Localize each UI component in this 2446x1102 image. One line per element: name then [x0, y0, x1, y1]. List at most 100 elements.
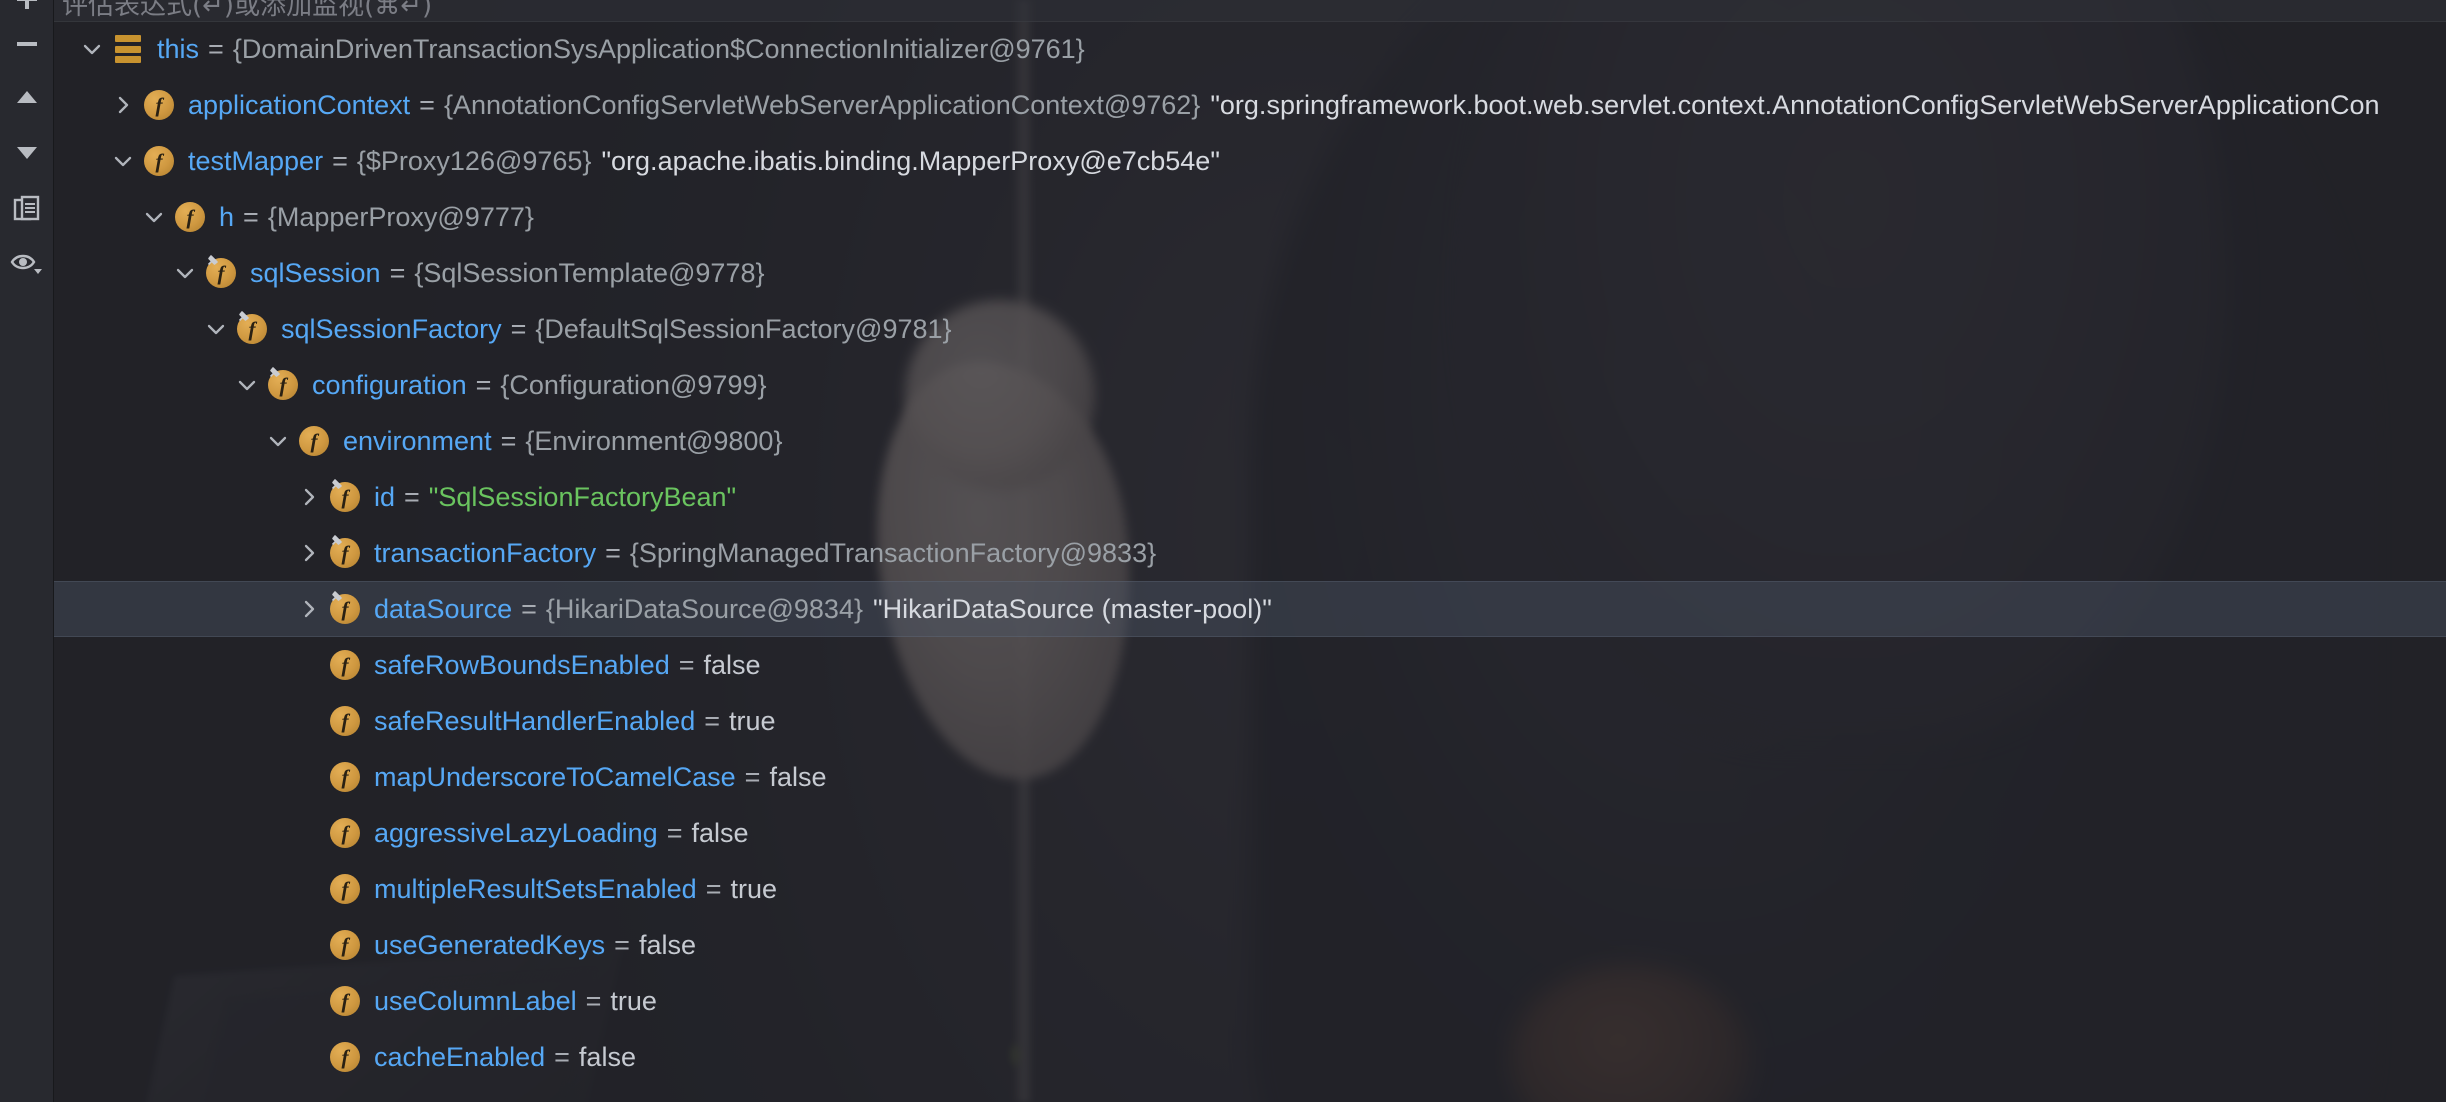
variable-tostring: "org.apache.ibatis.binding.MapperProxy@e… — [601, 146, 1220, 176]
variable-value: {DomainDrivenTransactionSysApplication$C… — [232, 34, 1085, 64]
tree-row[interactable]: f useColumnLabel = true — [53, 973, 2446, 1029]
variable-name: transactionFactory — [374, 538, 597, 568]
field-icon: f — [140, 142, 178, 180]
variable-value: {SqlSessionTemplate@9778} — [414, 258, 765, 288]
variable-name: useColumnLabel — [374, 986, 577, 1016]
variable-value: {$Proxy126@9765} — [356, 146, 592, 176]
tree-row[interactable]: this = {DomainDrivenTransactionSysApplicat… — [53, 21, 2446, 77]
variable-value: "SqlSessionFactoryBean" — [428, 482, 737, 512]
variable-tostring: "HikariDataSource (master-pool)" — [872, 594, 1272, 624]
equals-sign: = — [744, 762, 761, 792]
tree-row[interactable]: f testMapper = {$Proxy126@9765} "org.apache.… — [53, 133, 2446, 189]
equals-sign: = — [419, 90, 435, 120]
tree-row[interactable]: f cacheEnabled = false — [53, 1029, 2446, 1085]
tree-row[interactable]: f environment = {Environment@9800} — [53, 413, 2446, 469]
tree-row[interactable]: f aggressiveLazyLoading = false — [53, 805, 2446, 861]
final-field-icon: f — [326, 590, 364, 628]
final-field-icon: f — [326, 534, 364, 572]
field-icon: f — [326, 1038, 364, 1076]
tree-row[interactable]: f transactionFactory = {SpringManagedTransa… — [53, 525, 2446, 581]
variable-name: this — [157, 34, 200, 64]
equals-sign: = — [704, 706, 720, 736]
tree-row[interactable]: f dataSource = {HikariDataSource@9834} "Hika… — [53, 581, 2446, 637]
arrow-up-icon — [13, 83, 41, 111]
tree-row[interactable]: f applicationContext = {AnnotationConfigSer… — [53, 77, 2446, 133]
variable-name: safeRowBoundsEnabled — [374, 650, 670, 680]
chevron-right-icon[interactable] — [292, 486, 326, 508]
tree-row[interactable]: f configuration = {Configuration@9799} — [53, 357, 2446, 413]
variables-toolbar — [0, 0, 54, 1102]
watch-expression-hint[interactable]: 评估表达式(↵)或添加监视(⌘↵) — [53, 0, 2446, 22]
chevron-right-icon[interactable] — [292, 542, 326, 564]
plus-icon — [13, 0, 41, 13]
tree-row[interactable]: f sqlSessionFactory = {DefaultSqlSessionFac… — [53, 301, 2446, 357]
chevron-down-icon[interactable] — [75, 38, 109, 60]
equals-sign: = — [389, 258, 406, 288]
variable-value: false — [703, 650, 761, 680]
equals-sign: = — [605, 538, 621, 568]
equals-sign: = — [666, 818, 683, 848]
chevron-down-icon[interactable] — [137, 206, 171, 228]
equals-sign: = — [554, 1042, 570, 1072]
field-icon: f — [140, 86, 178, 124]
equals-sign: = — [500, 426, 517, 456]
move-down-button[interactable] — [0, 126, 53, 179]
tree-row[interactable]: f mapUnderscoreToCamelCase = false — [53, 749, 2446, 805]
variable-value: false — [638, 930, 696, 960]
variable-value: false — [769, 762, 827, 792]
remove-watch-button[interactable] — [0, 17, 53, 70]
tree-row[interactable]: f sqlSession = {SqlSessionTemplate@9778} — [53, 245, 2446, 301]
eye-dropdown-icon — [10, 249, 44, 277]
final-field-icon: f — [264, 366, 302, 404]
chevron-down-icon[interactable] — [199, 318, 233, 340]
chevron-right-icon[interactable] — [106, 94, 140, 116]
final-field-icon: f — [233, 310, 271, 348]
variable-value: {DefaultSqlSessionFactory@9781} — [535, 314, 952, 344]
chevron-right-icon[interactable] — [292, 598, 326, 620]
variable-value: {AnnotationConfigServletWebServerApplica… — [443, 90, 1201, 120]
chevron-down-icon[interactable] — [106, 150, 140, 172]
variable-name: id — [374, 482, 396, 512]
chevron-down-icon[interactable] — [168, 262, 202, 284]
tree-row[interactable]: f safeRowBoundsEnabled = false — [53, 637, 2446, 693]
debugger-variables-panel: 评估表达式(↵)或添加监视(⌘↵) this = {DomainDrivenTran… — [0, 0, 2446, 1102]
equals-sign: = — [678, 650, 695, 680]
chevron-down-icon[interactable] — [261, 430, 295, 452]
object-icon — [109, 30, 147, 68]
variable-name: mapUnderscoreToCamelCase — [374, 762, 736, 792]
tree-row[interactable]: f safeResultHandlerEnabled = true — [53, 693, 2446, 749]
chevron-down-icon[interactable] — [230, 374, 264, 396]
field-icon: f — [326, 814, 364, 852]
variable-value: true — [610, 986, 657, 1016]
tree-row[interactable]: f id = "SqlSessionFactoryBean" — [53, 469, 2446, 525]
variable-value: true — [730, 874, 777, 904]
variable-name: configuration — [312, 370, 467, 400]
watch-expression-hint-label: 评估表达式(↵)或添加监视(⌘↵) — [62, 0, 433, 21]
field-icon: f — [326, 646, 364, 684]
field-icon: f — [295, 422, 333, 460]
final-field-icon: f — [326, 478, 364, 516]
variable-name: testMapper — [188, 146, 324, 176]
minus-icon — [13, 30, 41, 58]
tree-row[interactable]: f multipleResultSetsEnabled = true — [53, 861, 2446, 917]
variable-name: useGeneratedKeys — [374, 930, 606, 960]
copy-value-button[interactable] — [0, 182, 53, 235]
equals-sign: = — [510, 314, 527, 344]
final-field-icon: f — [202, 254, 240, 292]
equals-sign: = — [404, 482, 420, 512]
move-up-button[interactable] — [0, 70, 53, 123]
variables-tree[interactable]: this = {DomainDrivenTransactionSysApplicat… — [53, 21, 2446, 1102]
tree-row[interactable]: f useGeneratedKeys = false — [53, 917, 2446, 973]
view-options-button[interactable] — [0, 236, 53, 289]
arrow-down-icon — [13, 139, 41, 167]
equals-sign: = — [585, 986, 602, 1016]
variable-value: {Configuration@9799} — [500, 370, 767, 400]
variable-value: {HikariDataSource@9834} — [545, 594, 863, 624]
field-icon: f — [326, 926, 364, 964]
tree-row[interactable]: f h = {MapperProxy@9777} — [53, 189, 2446, 245]
variable-value: {MapperProxy@9777} — [267, 202, 534, 232]
variable-name: h — [219, 202, 235, 232]
variable-value: {Environment@9800} — [525, 426, 783, 456]
variable-name: multipleResultSetsEnabled — [374, 874, 697, 904]
variable-tostring: "org.springframework.boot.web.servlet.co… — [1210, 90, 2380, 120]
